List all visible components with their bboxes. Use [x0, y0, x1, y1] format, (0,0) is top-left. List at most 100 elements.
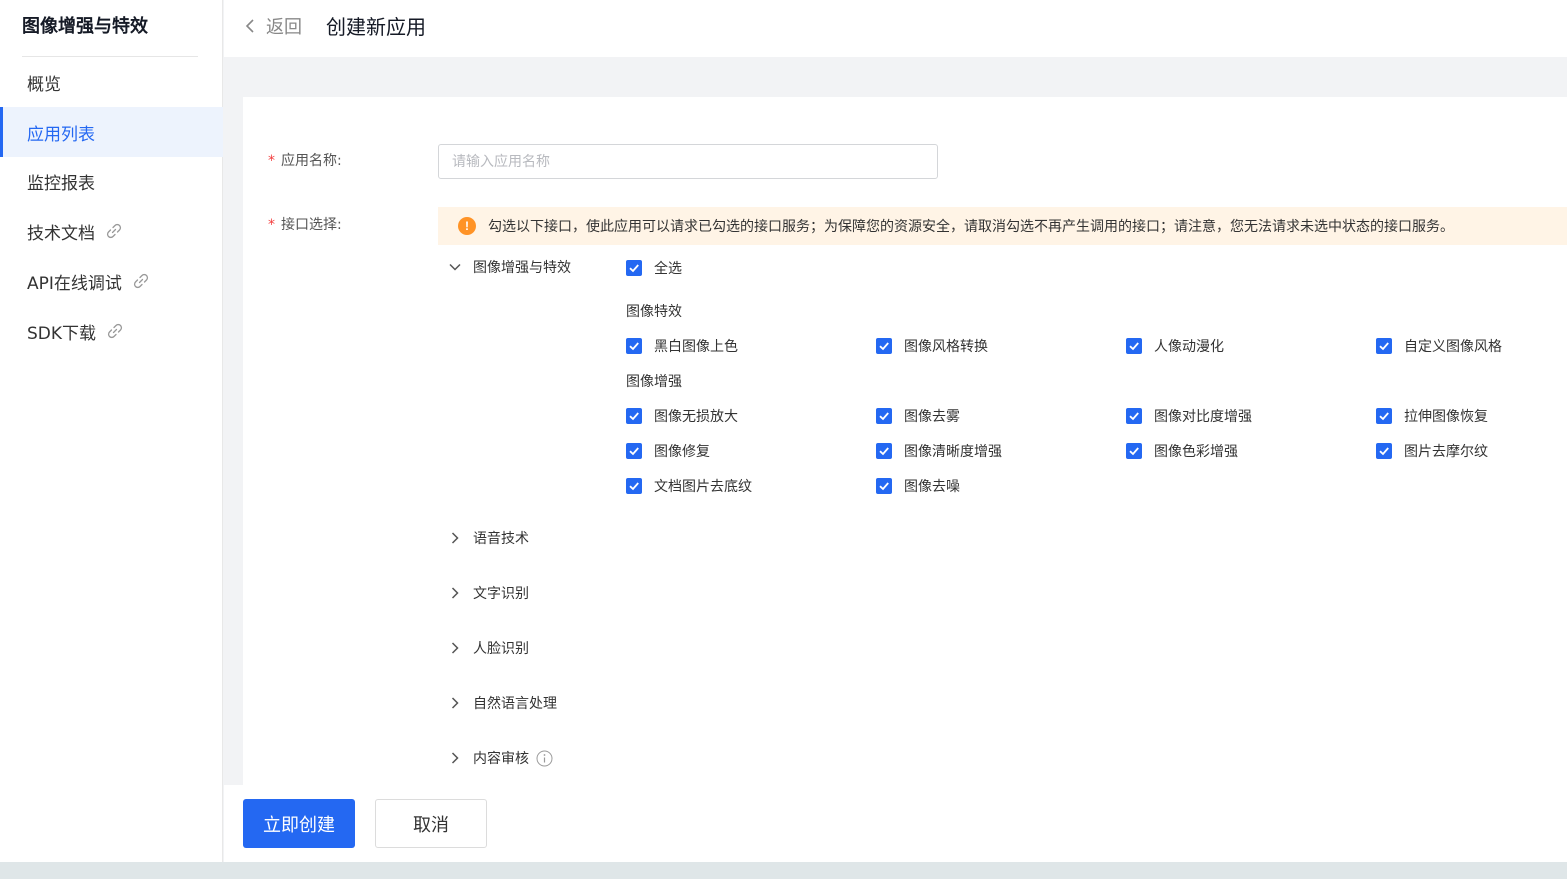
checkbox-checked-icon	[626, 478, 642, 494]
page-header: 返回 创建新应用	[224, 0, 1567, 57]
checkbox-checked-icon	[1376, 338, 1392, 354]
api-checkbox[interactable]: 图像清晰度增强	[876, 441, 1002, 461]
chevron-right-icon	[451, 752, 459, 764]
create-app-form: *应用名称: *接口选择: ! 勾选以下接口，使此应用可以请求已勾选的接口服务；…	[243, 97, 1567, 785]
notice-text: 勾选以下接口，使此应用可以请求已勾选的接口服务；为保障您的资源安全，请取消勾选不…	[488, 219, 1454, 235]
checkbox-label: 人像动漫化	[1154, 339, 1224, 355]
checkbox-label: 自定义图像风格	[1404, 339, 1502, 355]
group-header-ocr[interactable]: 文字识别	[448, 583, 529, 603]
sidebar-item-sdk-download[interactable]: SDK下载	[0, 306, 223, 356]
checkbox-checked-icon	[876, 338, 892, 354]
checkbox-checked-icon	[1126, 443, 1142, 459]
api-checkbox[interactable]: 图像修复	[626, 441, 710, 461]
sidebar-item-label: 技术文档	[27, 223, 95, 244]
checkbox-checked-icon	[626, 338, 642, 354]
checkbox-label: 图像修复	[654, 444, 710, 460]
sidebar-item-label: SDK下载	[27, 323, 97, 344]
group-header-nlp[interactable]: 自然语言处理	[448, 693, 557, 713]
api-checkbox[interactable]: 拉伸图像恢复	[1376, 406, 1488, 426]
checkbox-label: 图像清晰度增强	[904, 444, 1002, 460]
checkbox-checked-icon	[626, 443, 642, 459]
sidebar-item-app-list[interactable]: 应用列表	[0, 107, 223, 157]
select-all-checkbox[interactable]: 全选	[626, 258, 682, 278]
api-checkbox[interactable]: 图像去雾	[876, 406, 960, 426]
section-title: 图像增强	[626, 374, 682, 390]
create-button[interactable]: 立即创建	[243, 799, 355, 848]
checkbox-label: 图像去噪	[904, 479, 960, 495]
group-name: 自然语言处理	[473, 696, 557, 712]
api-checkbox[interactable]: 图片去摩尔纹	[1376, 441, 1488, 461]
chevron-right-icon	[451, 532, 459, 544]
sidebar: 图像增强与特效 概览 应用列表 监控报表 技术文档 API在线调试 SDK下载	[0, 0, 223, 862]
group-name: 文字识别	[473, 586, 529, 602]
checkbox-checked-icon	[1376, 443, 1392, 459]
group-header-face[interactable]: 人脸识别	[448, 638, 529, 658]
section-title: 图像特效	[626, 304, 682, 320]
back-link[interactable]: 返回	[266, 13, 302, 39]
api-checkbox[interactable]: 图像对比度增强	[1126, 406, 1252, 426]
sidebar-item-overview[interactable]: 概览	[0, 57, 223, 107]
api-checkbox[interactable]: 自定义图像风格	[1376, 336, 1502, 356]
required-mark: *	[268, 153, 275, 169]
checkbox-checked-icon	[876, 443, 892, 459]
sidebar-item-docs[interactable]: 技术文档	[0, 206, 223, 256]
checkbox-label: 图像色彩增强	[1154, 444, 1238, 460]
checkbox-label: 图像对比度增强	[1154, 409, 1252, 425]
warning-icon: !	[458, 217, 476, 235]
external-link-icon	[107, 323, 123, 339]
checkbox-label: 图像风格转换	[904, 339, 988, 355]
cancel-button[interactable]: 取消	[375, 799, 487, 848]
checkbox-label: 图像去雾	[904, 409, 960, 425]
checkbox-checked-icon	[1126, 338, 1142, 354]
checkbox-label: 拉伸图像恢复	[1404, 409, 1488, 425]
page-title: 创建新应用	[326, 15, 426, 39]
checkbox-checked-icon	[626, 408, 642, 424]
info-icon[interactable]	[536, 750, 553, 767]
sidebar-item-label: 监控报表	[27, 173, 95, 194]
form-footer: 立即创建 取消	[224, 785, 1567, 862]
group-header-speech[interactable]: 语音技术	[448, 528, 529, 548]
sidebar-item-api-debug[interactable]: API在线调试	[0, 256, 223, 306]
sidebar-item-label: 应用列表	[27, 124, 95, 145]
group-header-image-enhance[interactable]: 图像增强与特效	[448, 257, 571, 277]
chevron-left-icon[interactable]	[242, 16, 258, 36]
api-checkbox[interactable]: 图像风格转换	[876, 336, 988, 356]
api-checkbox[interactable]: 图像色彩增强	[1126, 441, 1238, 461]
checkbox-label: 图片去摩尔纹	[1404, 444, 1488, 460]
checkbox-checked-icon	[876, 408, 892, 424]
external-link-icon	[133, 273, 148, 289]
api-checkbox[interactable]: 图像去噪	[876, 476, 960, 496]
api-checkbox[interactable]: 图像无损放大	[626, 406, 738, 426]
checkbox-label: 全选	[654, 261, 682, 277]
sidebar-item-label: API在线调试	[27, 273, 122, 294]
app-name-label: * 应用名称:	[268, 153, 342, 169]
checkbox-checked-icon	[1376, 408, 1392, 424]
api-select-label: * 接口选择:	[268, 217, 342, 233]
chevron-right-icon	[451, 587, 459, 599]
notice-banner: ! 勾选以下接口，使此应用可以请求已勾选的接口服务；为保障您的资源安全，请取消勾…	[438, 207, 1567, 245]
required-mark: *	[268, 217, 275, 233]
chevron-right-icon	[451, 642, 459, 654]
chevron-down-icon	[449, 263, 461, 271]
group-name: 图像增强与特效	[473, 260, 571, 276]
sidebar-title: 图像增强与特效	[22, 16, 148, 37]
sidebar-item-monitoring[interactable]: 监控报表	[0, 156, 223, 206]
group-header-content-review[interactable]: 内容审核	[448, 748, 553, 768]
checkbox-label: 文档图片去底纹	[654, 479, 752, 495]
checkbox-checked-icon	[876, 478, 892, 494]
checkbox-label: 黑白图像上色	[654, 339, 738, 355]
external-link-icon	[106, 223, 122, 239]
checkbox-checked-icon	[1126, 408, 1142, 424]
api-checkbox[interactable]: 人像动漫化	[1126, 336, 1224, 356]
os-taskbar	[0, 862, 1567, 879]
checkbox-label: 图像无损放大	[654, 409, 738, 425]
group-name: 人脸识别	[473, 641, 529, 657]
sidebar-item-label: 概览	[27, 74, 61, 95]
checkbox-checked-icon	[626, 260, 642, 276]
api-checkbox[interactable]: 文档图片去底纹	[626, 476, 752, 496]
chevron-right-icon	[451, 697, 459, 709]
group-name: 语音技术	[473, 531, 529, 547]
api-checkbox[interactable]: 黑白图像上色	[626, 336, 738, 356]
app-name-input[interactable]	[438, 144, 938, 179]
group-name: 内容审核	[473, 751, 529, 767]
